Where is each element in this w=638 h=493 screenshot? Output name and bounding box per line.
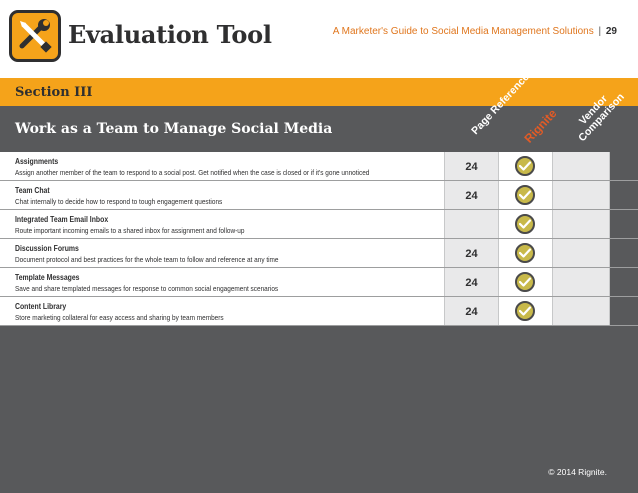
guide-text: A Marketer's Guide to Social Media Manag… <box>332 26 594 37</box>
check-icon <box>515 185 535 205</box>
page-reference-cell: 24 <box>444 181 498 209</box>
guide-separator: | <box>598 26 602 37</box>
feature-description: Route important incoming emails to a sha… <box>15 226 245 235</box>
table-row: Integrated Team Email Inbox Route import… <box>0 210 638 239</box>
rignite-cell <box>498 152 552 180</box>
feature-description: Store marketing collateral for easy acce… <box>15 313 224 322</box>
section-label: Section III <box>15 85 93 100</box>
feature-name: Discussion Forums <box>15 244 79 253</box>
check-icon <box>515 156 535 176</box>
page-reference-cell: 24 <box>444 239 498 267</box>
check-icon <box>515 214 535 234</box>
check-icon <box>515 243 535 263</box>
guide-title: A Marketer's Guide to Social Media Manag… <box>333 26 617 37</box>
row-edge <box>610 239 638 267</box>
table-row: Template Messages Save and share templat… <box>0 268 638 297</box>
feature-description: Assign another member of the team to res… <box>15 168 370 177</box>
row-edge <box>610 152 638 180</box>
feature-name: Integrated Team Email Inbox <box>15 215 109 224</box>
table-row: Content Library Store marketing collater… <box>0 297 638 326</box>
page-reference-value: 24 <box>465 306 478 318</box>
feature-description: Chat internally to decide how to respond… <box>15 197 223 206</box>
page-reference-cell: 24 <box>444 297 498 325</box>
feature-name: Content Library <box>15 302 67 311</box>
vendor-comparison-cell[interactable] <box>552 268 610 296</box>
page-reference-cell: 24 <box>444 268 498 296</box>
vendor-comparison-cell[interactable] <box>552 210 610 238</box>
section-bar: Section III <box>0 78 638 106</box>
feature-description: Save and share templated messages for re… <box>15 284 279 293</box>
page-reference-cell <box>444 210 498 238</box>
page-reference-value: 24 <box>465 161 478 173</box>
table-row: Assignments Assign another member of the… <box>0 152 638 181</box>
page-title: Evaluation Tool <box>68 20 272 49</box>
vendor-comparison-cell[interactable] <box>552 181 610 209</box>
logo <box>9 10 61 62</box>
page-reference-value: 24 <box>465 248 478 260</box>
rignite-cell <box>498 181 552 209</box>
page-reference-value: 24 <box>465 190 478 202</box>
feature-table: Assignments Assign another member of the… <box>0 152 638 326</box>
rignite-cell <box>498 297 552 325</box>
vendor-comparison-cell[interactable] <box>552 152 610 180</box>
feature-description: Document protocol and best practices for… <box>15 255 279 264</box>
page-reference-cell: 24 <box>444 152 498 180</box>
heading-label: Work as a Team to Manage Social Media <box>15 121 333 137</box>
feature-name: Assignments <box>15 157 59 166</box>
check-icon <box>515 301 535 321</box>
vendor-comparison-cell[interactable] <box>552 297 610 325</box>
copyright: © 2014 Rignite. <box>548 467 607 477</box>
table-row: Team Chat Chat internally to decide how … <box>0 181 638 210</box>
check-icon <box>515 272 535 292</box>
table-row: Discussion Forums Document protocol and … <box>0 239 638 268</box>
row-edge <box>610 210 638 238</box>
feature-name: Team Chat <box>15 186 50 195</box>
row-edge <box>610 297 638 325</box>
rignite-cell <box>498 210 552 238</box>
row-edge <box>610 268 638 296</box>
rignite-cell <box>498 268 552 296</box>
wrench-screwdriver-icon <box>19 19 52 53</box>
row-edge <box>610 181 638 209</box>
page-number: 29 <box>605 26 617 37</box>
feature-name: Template Messages <box>15 273 80 282</box>
vendor-comparison-cell[interactable] <box>552 239 610 267</box>
page-header: Evaluation Tool A Marketer's Guide to So… <box>0 0 638 78</box>
rignite-cell <box>498 239 552 267</box>
page-reference-value: 24 <box>465 277 478 289</box>
